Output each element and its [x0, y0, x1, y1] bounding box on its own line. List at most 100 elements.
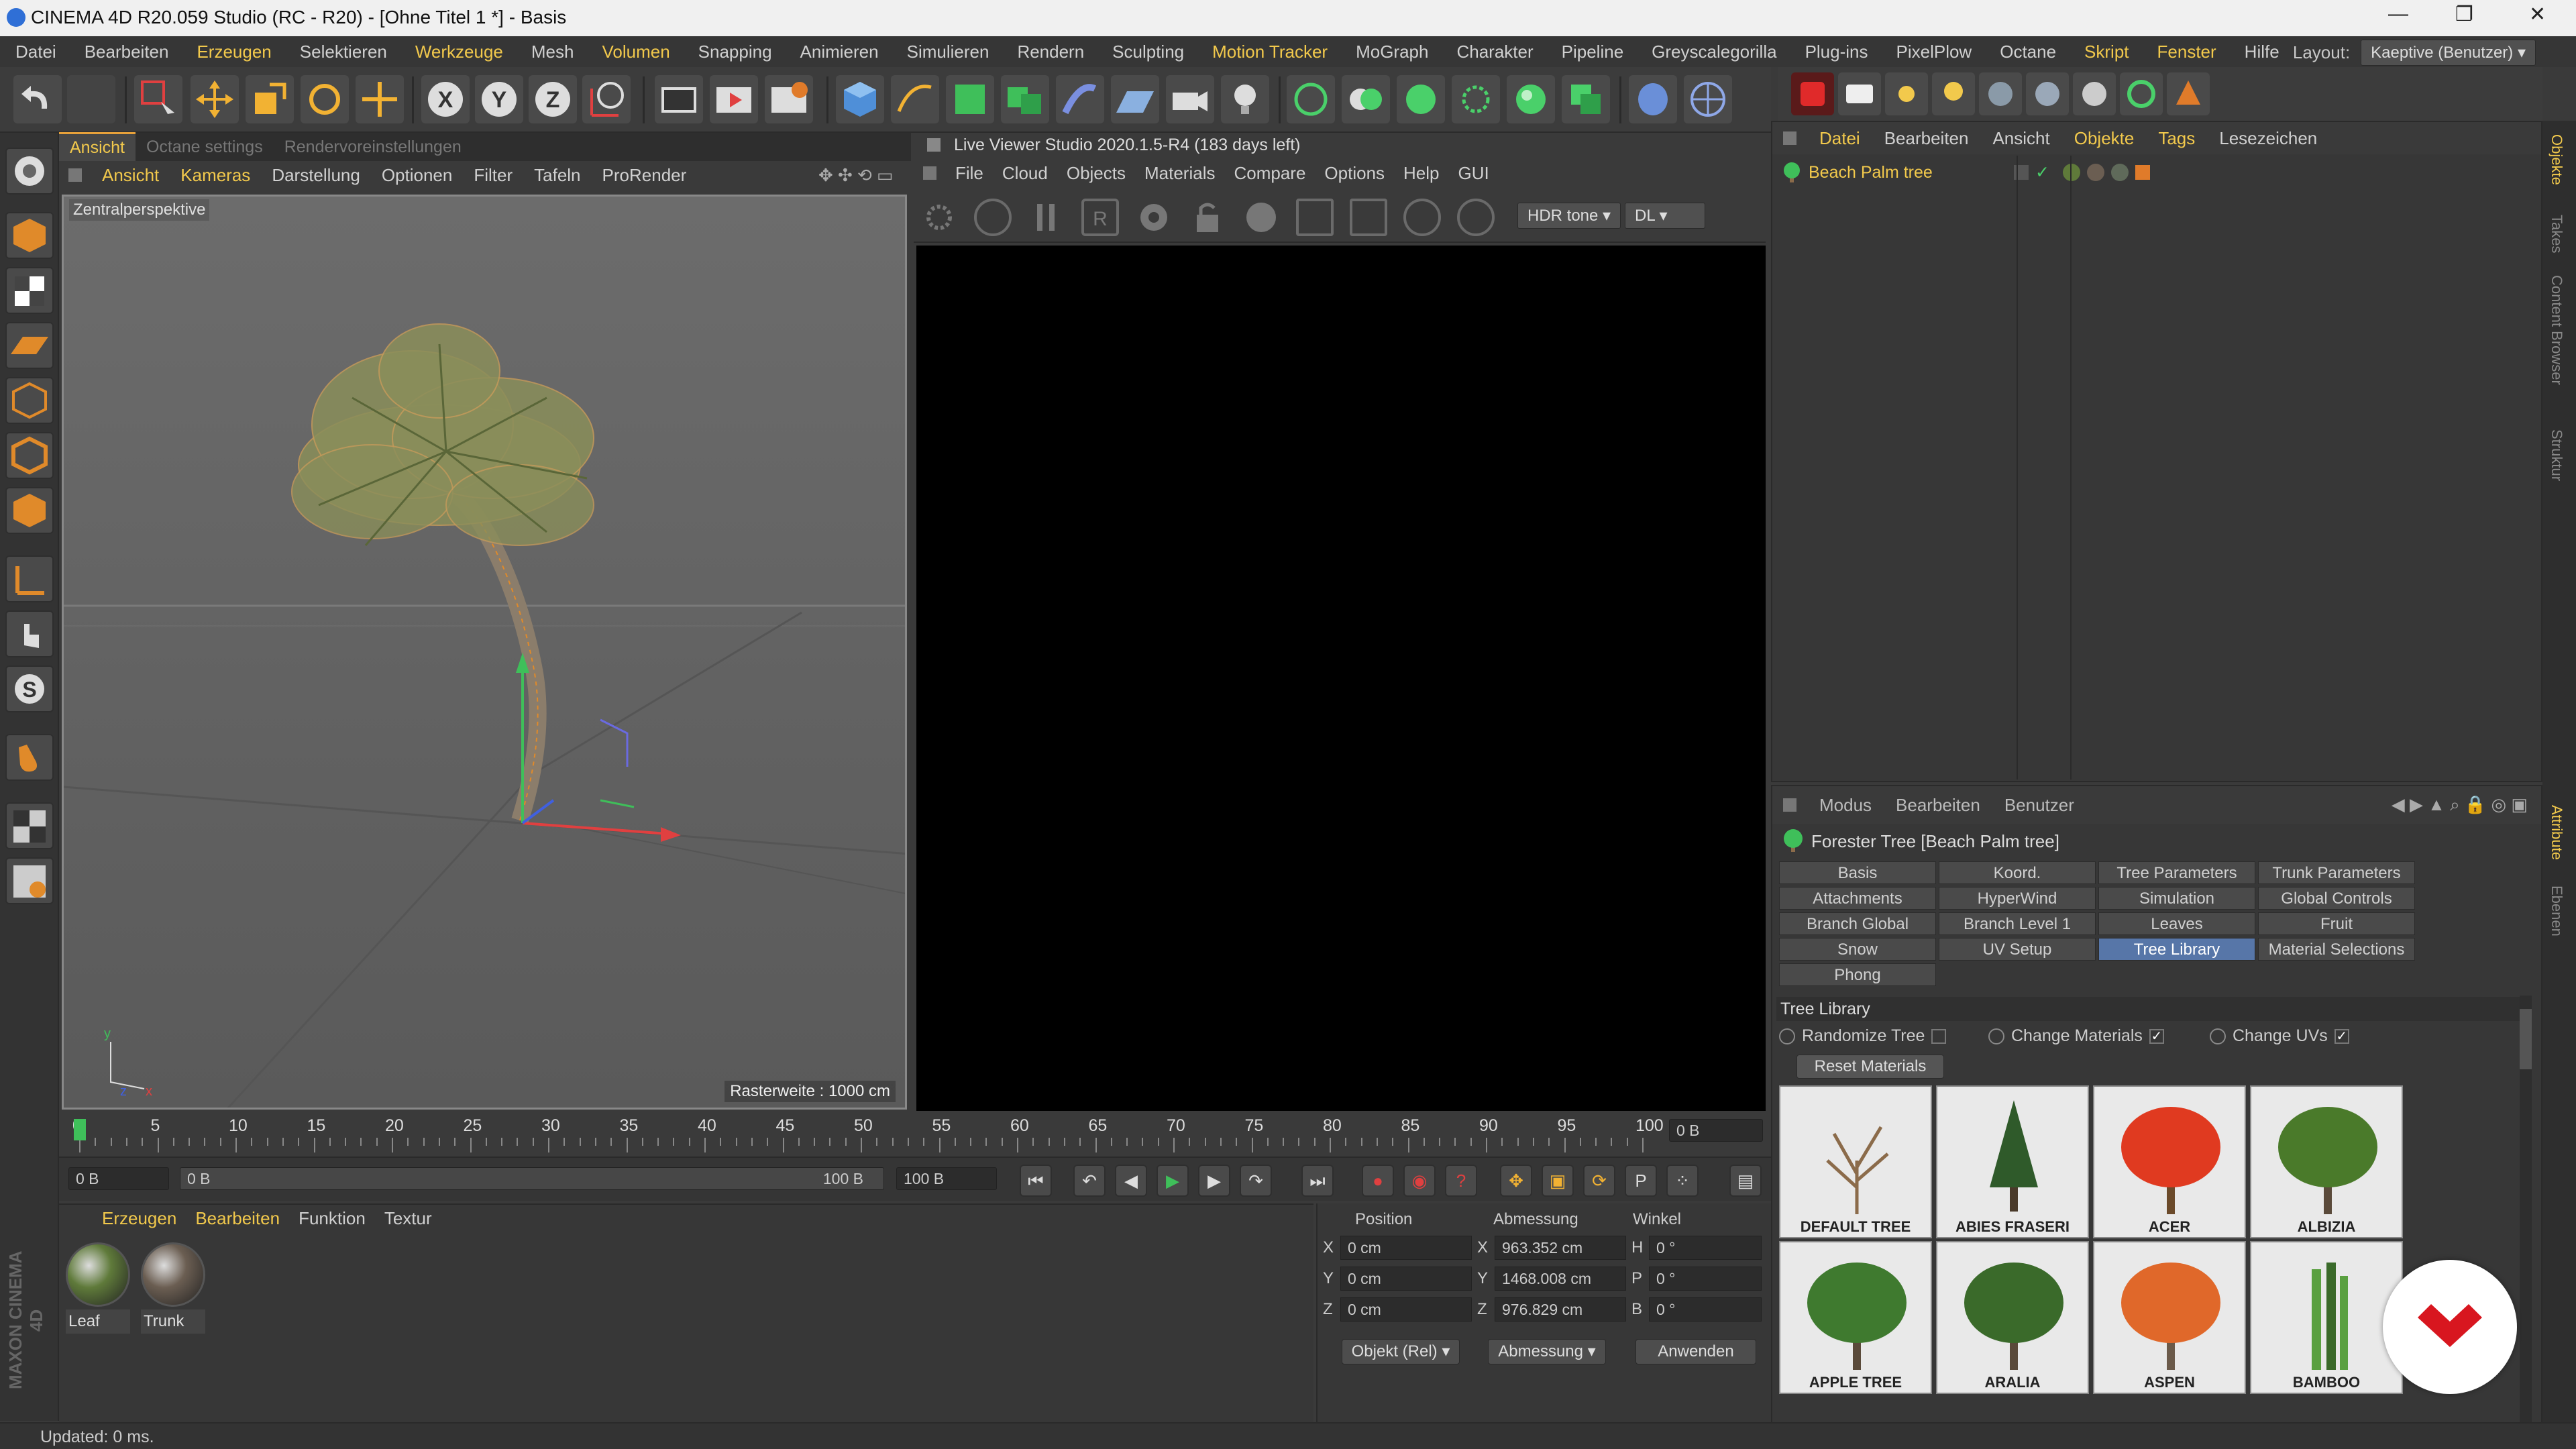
attr-tab-global-controls[interactable]: Global Controls — [2258, 887, 2415, 910]
octane-record-icon[interactable] — [1791, 72, 1834, 115]
viewport-menu-filter[interactable]: Filter — [463, 165, 523, 186]
kernel-select[interactable]: DL ▾ — [1625, 203, 1705, 229]
timeline-ruler[interactable]: 0510152025303540455055606570758085909510… — [59, 1111, 1771, 1157]
cube-primitive-icon[interactable] — [836, 75, 884, 123]
menu-charakter[interactable]: Charakter — [1442, 42, 1547, 62]
texture-mode-icon[interactable] — [5, 267, 54, 314]
object-row[interactable]: Beach Palm tree ✓ — [1778, 158, 2536, 186]
attr-tab-phong[interactable]: Phong — [1779, 963, 1936, 986]
undo-button[interactable] — [13, 75, 62, 123]
array-generator-icon[interactable] — [1001, 75, 1049, 123]
viewport-menu-optionen[interactable]: Optionen — [371, 165, 464, 186]
move-tool-icon[interactable] — [191, 75, 239, 123]
rotate-key-icon[interactable]: ⟳ — [1583, 1165, 1615, 1197]
material-tag-icon[interactable] — [2110, 164, 2129, 181]
live-viewer-menu-file[interactable]: File — [946, 163, 993, 184]
live-viewer-menu-help[interactable]: Help — [1394, 163, 1448, 184]
object-menu-datei[interactable]: Datei — [1807, 128, 1872, 149]
menu-pipeline[interactable]: Pipeline — [1548, 42, 1638, 62]
make-editable-icon[interactable] — [5, 148, 54, 195]
attribute-menu-bearbeiten[interactable]: Bearbeiten — [1884, 795, 1992, 816]
attribute-menu-modus[interactable]: Modus — [1807, 795, 1884, 816]
viewport-menu-tafeln[interactable]: Tafeln — [523, 165, 591, 186]
reset-materials-button[interactable]: Reset Materials — [1796, 1055, 1944, 1079]
octane-window-icon[interactable] — [1838, 72, 1881, 115]
tab-octane-settings[interactable]: Octane settings — [136, 133, 274, 161]
attr-tab-uv-setup[interactable]: UV Setup — [1939, 938, 2096, 961]
restore-button[interactable]: ❐ — [2455, 3, 2473, 26]
menu-hilfe[interactable]: Hilfe — [2231, 42, 2294, 62]
live-viewer-menu-cloud[interactable]: Cloud — [993, 163, 1057, 184]
menu-plug-ins[interactable]: Plug-ins — [1791, 42, 1882, 62]
move-key-icon[interactable]: ✥ — [1500, 1165, 1532, 1197]
side-tab-content-browser[interactable]: Content Browser — [2548, 275, 2565, 385]
tree-card-bamboo[interactable]: BAMBOO — [2250, 1241, 2403, 1394]
magnet-icon[interactable] — [5, 734, 54, 781]
object-menu-lesezeichen[interactable]: Lesezeichen — [2207, 128, 2329, 149]
menu-mograph[interactable]: MoGraph — [1342, 42, 1442, 62]
frame-range-slider[interactable]: 0 B 100 B — [180, 1167, 884, 1190]
rotate-tool-icon[interactable] — [301, 75, 349, 123]
rotation-p-field[interactable]: 0 ° — [1649, 1267, 1762, 1291]
spline-pen-icon[interactable] — [891, 75, 939, 123]
lv-add-icon[interactable] — [1296, 199, 1334, 236]
octane-sphere-icon[interactable] — [1979, 72, 2022, 115]
live-selection-icon[interactable] — [134, 75, 182, 123]
size-y-field[interactable]: 1468.008 cm — [1495, 1267, 1626, 1291]
object-menu-tags[interactable]: Tags — [2146, 128, 2207, 149]
randomize-tree-checkbox[interactable] — [1931, 1028, 1947, 1044]
menu-simulieren[interactable]: Simulieren — [893, 42, 1004, 62]
viewport-menu-kameras[interactable]: Kameras — [170, 165, 261, 186]
next-key-icon[interactable]: ↷ — [1240, 1165, 1272, 1197]
tree-card-default-tree[interactable]: DEFAULT TREE — [1779, 1085, 1932, 1238]
octane-sun-icon[interactable] — [1885, 72, 1928, 115]
play-icon[interactable]: ▶ — [1157, 1165, 1189, 1197]
tab-rendervoreinstellungen[interactable]: Rendervoreinstellungen — [274, 133, 472, 161]
octane-daylight-icon[interactable] — [1397, 75, 1445, 123]
deformer-icon[interactable] — [1056, 75, 1104, 123]
keyframe-help-icon[interactable]: ? — [1445, 1165, 1477, 1197]
scene-object-icon[interactable] — [1629, 75, 1677, 123]
lv-gear-icon[interactable] — [1135, 199, 1173, 236]
rotation-b-field[interactable]: 0 ° — [1649, 1297, 1762, 1322]
change-materials-option[interactable]: Change Materials ✓ — [1988, 1026, 2164, 1046]
menu-octane[interactable]: Octane — [1986, 42, 2070, 62]
side-tab-struktur[interactable]: Struktur — [2548, 429, 2565, 481]
octane-refresh-icon[interactable] — [2120, 72, 2163, 115]
tree-card-acer[interactable]: ACER — [2093, 1085, 2246, 1238]
viewport-menu-ansicht[interactable]: Ansicht — [91, 165, 170, 186]
forester-tag-icon[interactable] — [2135, 165, 2150, 180]
menu-volumen[interactable]: Volumen — [588, 42, 684, 62]
transform-tool-icon[interactable] — [356, 75, 404, 123]
material-leaf[interactable]: Leaf — [66, 1242, 130, 1336]
live-viewer-menu-compare[interactable]: Compare — [1224, 163, 1315, 184]
menu-werkzeuge[interactable]: Werkzeuge — [401, 42, 517, 62]
change-uvs-option[interactable]: Change UVs ✓ — [2210, 1026, 2349, 1046]
attr-tab-attachments[interactable]: Attachments — [1779, 887, 1936, 910]
menu-erzeugen[interactable]: Erzeugen — [182, 42, 285, 62]
camera-object-icon[interactable] — [1166, 75, 1214, 123]
layout-select[interactable]: Kaeptive (Benutzer) ▾ — [2361, 40, 2536, 66]
viewport-menu-darstellung[interactable]: Darstellung — [261, 165, 371, 186]
attr-tab-branch-level-1[interactable]: Branch Level 1 — [1939, 912, 2096, 935]
octane-lights-icon[interactable] — [1342, 75, 1390, 123]
step-back-icon[interactable]: ◀ — [1115, 1165, 1147, 1197]
scale-tool-icon[interactable] — [246, 75, 294, 123]
menu-bearbeiten[interactable]: Bearbeiten — [70, 42, 183, 62]
live-viewer-menu-materials[interactable]: Materials — [1135, 163, 1224, 184]
menu-selektieren[interactable]: Selektieren — [286, 42, 401, 62]
z-axis-lock-icon[interactable]: Z — [529, 75, 577, 123]
floor-object-icon[interactable] — [1111, 75, 1159, 123]
go-to-start-icon[interactable]: ⏮ — [1020, 1165, 1052, 1197]
octane-pie-icon[interactable] — [2073, 72, 2116, 115]
model-mode-icon[interactable] — [5, 212, 54, 259]
tree-card-abies-fraseri[interactable]: ABIES FRASERI — [1936, 1085, 2089, 1238]
lv-pause-icon[interactable] — [1028, 199, 1065, 236]
y-axis-lock-icon[interactable]: Y — [475, 75, 523, 123]
attr-tab-tree-library[interactable]: Tree Library — [2098, 938, 2255, 961]
position-z-field[interactable]: 0 cm — [1340, 1297, 1472, 1322]
workplane-mode-icon[interactable] — [5, 322, 54, 369]
attr-tab-basis[interactable]: Basis — [1779, 861, 1936, 884]
points-mode-icon[interactable] — [5, 377, 54, 424]
live-viewer-menu-options[interactable]: Options — [1315, 163, 1394, 184]
